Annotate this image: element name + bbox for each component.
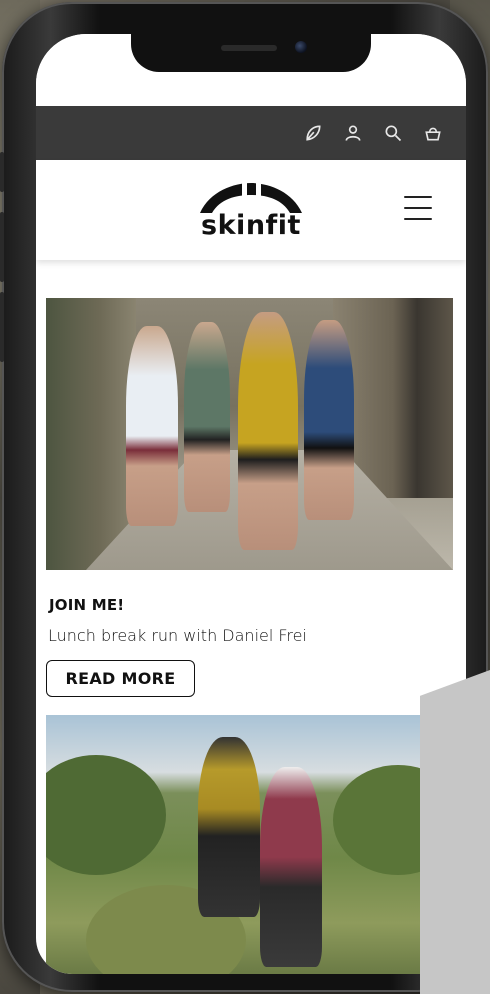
site-header: skinfit	[36, 160, 466, 260]
basket-icon[interactable]	[422, 122, 444, 144]
street-wall-left	[46, 298, 136, 570]
phone-notch	[131, 34, 371, 72]
blog-feed: JOIN ME! Lunch break run with Daniel Fre…	[36, 260, 466, 974]
phone-screen: skinfit JOIN ME! Lunch break run with Da…	[36, 34, 466, 974]
brand-name: skinfit	[201, 210, 301, 241]
user-icon[interactable]	[342, 122, 364, 144]
bush-left	[46, 755, 166, 875]
utility-bar	[36, 106, 466, 160]
runner-1	[126, 326, 178, 526]
phone-volume-down	[0, 292, 4, 362]
post-title: JOIN ME!	[49, 596, 125, 614]
camera	[295, 41, 307, 53]
search-icon[interactable]	[382, 122, 404, 144]
brand-logo[interactable]: skinfit	[198, 183, 304, 239]
hamburger-menu-icon[interactable]	[404, 196, 432, 220]
decorative-gray-shape	[420, 670, 490, 994]
phone-side-button	[0, 152, 4, 192]
post-image-runners[interactable]	[46, 298, 453, 570]
biker-1	[198, 737, 260, 917]
post-subtitle: Lunch break run with Daniel Frei	[48, 626, 307, 645]
post-image-mountain-bikers[interactable]	[46, 715, 453, 974]
leaf-icon[interactable]	[302, 122, 324, 144]
phone-frame: skinfit JOIN ME! Lunch break run with Da…	[0, 2, 488, 992]
runner-3	[238, 312, 298, 550]
speaker	[221, 45, 277, 51]
runner-4	[304, 320, 354, 520]
phone-volume-up	[0, 212, 4, 282]
biker-2	[260, 767, 322, 967]
read-more-button[interactable]: READ MORE	[46, 660, 195, 697]
runner-2	[184, 322, 230, 512]
